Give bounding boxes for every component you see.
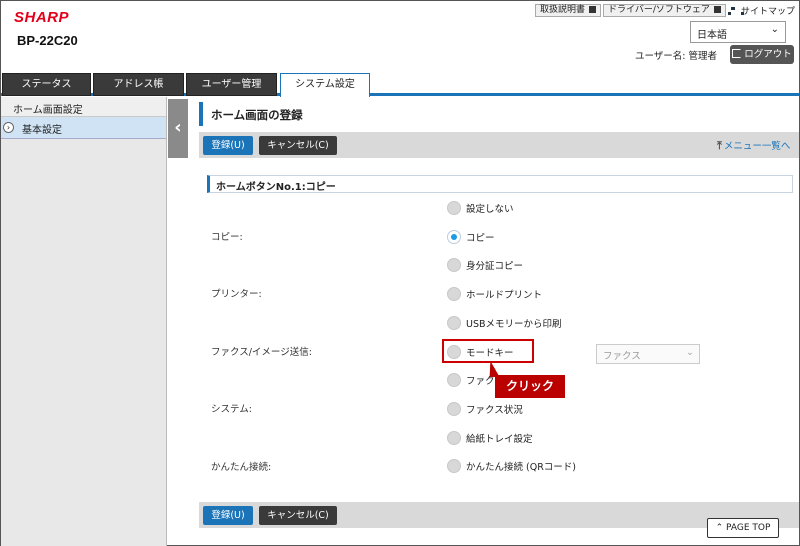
logout-icon (732, 49, 742, 58)
register-button[interactable]: 登録(U) (203, 136, 253, 155)
option-label: コピー (466, 233, 495, 244)
menu-list-link[interactable]: ⤒ メニュー一覧へ (717, 138, 790, 153)
option-label: 身分証コピー (466, 261, 524, 272)
mode-key-select[interactable]: ファクス ⌄ (596, 344, 700, 364)
sitemap-icon (728, 7, 744, 15)
radio-button[interactable] (447, 258, 461, 272)
click-highlight-box (442, 339, 534, 363)
row-label-easy-connect: かんたん接続: (211, 462, 272, 473)
option-label: USBメモリーから印刷 (466, 319, 562, 330)
manual-link[interactable]: 取扱説明書 (535, 4, 602, 17)
model-name: BP-22C20 (17, 33, 78, 48)
sidebar-item-basic-settings[interactable]: › 基本設定 (1, 117, 166, 139)
register-button-bottom[interactable]: 登録(U) (203, 506, 253, 525)
sitemap-link[interactable]: サイトマップ (728, 4, 795, 17)
chevron-right-icon: › (3, 122, 14, 133)
sitemap-label: サイトマップ (741, 7, 796, 17)
row-label-copy: コピー: (211, 232, 243, 243)
radio-button[interactable] (447, 431, 461, 445)
radio-button[interactable] (447, 287, 461, 301)
option-label: 設定しない (466, 204, 514, 215)
external-link-icon (589, 6, 597, 13)
radio-button[interactable] (447, 316, 461, 330)
driver-link-label: ドライバー/ソフトウェア (608, 5, 710, 15)
back-arrow-icon: ⤒ (717, 139, 722, 152)
header: SHARP BP-22C20 取扱説明書 ドライバー/ソフトウェア サイトマップ… (1, 1, 799, 73)
option-label: かんたん接続 (QRコード) (466, 462, 577, 473)
logout-button[interactable]: ログアウト (730, 45, 794, 64)
main-tabs: ステータス アドレス帳 ユーザー管理 システム設定 (1, 73, 799, 97)
radio-button[interactable] (447, 201, 461, 215)
option-label: ファクス状況 (466, 405, 523, 416)
sidebar-title[interactable]: ホーム画面設定 (1, 97, 166, 117)
sidebar: ホーム画面設定 › 基本設定 (1, 97, 167, 546)
driver-link[interactable]: ドライバー/ソフトウェア (603, 4, 726, 17)
main-content: ホーム画面の登録 登録(U) キャンセル(C) ⤒ メニュー一覧へ ホームボタンN… (199, 97, 799, 546)
page-top-label: PAGE TOP (726, 523, 771, 533)
language-value: 日本語 (697, 30, 727, 41)
mode-key-select-value: ファクス (603, 351, 641, 362)
language-select[interactable]: 日本語 ⌄ (690, 21, 786, 43)
tab-user-management[interactable]: ユーザー管理 (186, 73, 277, 96)
logout-label: ログアウト (744, 49, 792, 60)
option-label: ホールドプリント (466, 290, 543, 301)
cancel-button[interactable]: キャンセル(C) (259, 136, 337, 155)
chevron-down-icon: ⌄ (770, 24, 779, 35)
top-button-bar: 登録(U) キャンセル(C) (199, 132, 799, 158)
menu-list-label: メニュー一覧へ (723, 141, 791, 152)
section-header: ホームボタンNo.1:コピー (207, 175, 793, 193)
row-label-system: システム: (211, 404, 252, 415)
chevron-up-icon: ⌃ (715, 523, 726, 533)
sidebar-item-label: 基本設定 (22, 125, 62, 136)
option-label: 給紙トレイ設定 (466, 434, 533, 445)
tab-system-settings[interactable]: システム設定 (280, 73, 370, 97)
click-callout: クリック (495, 375, 565, 398)
page-top-button[interactable]: ⌃ PAGE TOP (707, 518, 779, 538)
cancel-button-bottom[interactable]: キャンセル(C) (259, 506, 337, 525)
collapse-sidebar-button[interactable]: ‹ (168, 99, 188, 158)
radio-button[interactable] (447, 373, 461, 387)
user-name: ユーザー名: 管理者 (635, 51, 718, 62)
radio-button[interactable] (447, 402, 461, 416)
manual-link-label: 取扱説明書 (540, 5, 586, 15)
radio-button[interactable] (447, 459, 461, 473)
tab-address-book[interactable]: アドレス帳 (93, 73, 184, 96)
page-title: ホーム画面の登録 (199, 102, 799, 126)
radio-button-selected[interactable] (447, 230, 461, 244)
external-link-icon (713, 6, 721, 13)
chevron-down-icon: ⌄ (686, 347, 694, 358)
row-label-fax: ファクス/イメージ送信: (211, 347, 312, 358)
sharp-logo: SHARP (14, 9, 70, 26)
row-label-printer: プリンター: (211, 289, 262, 300)
tab-status[interactable]: ステータス (2, 73, 91, 96)
